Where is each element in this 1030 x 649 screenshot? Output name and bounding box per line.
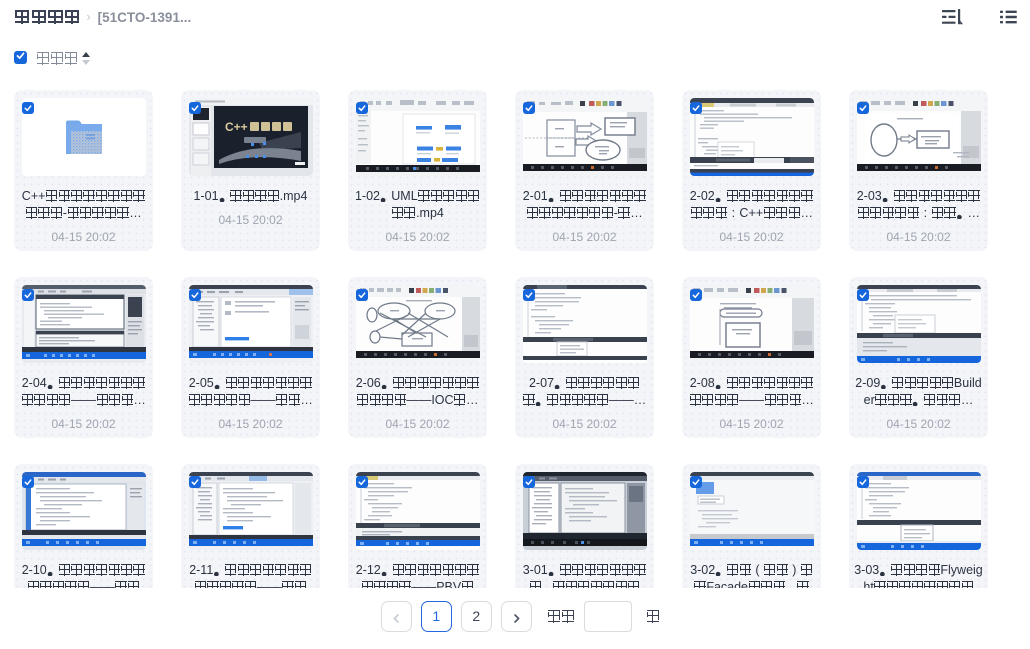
svg-text:C++: C++ (225, 120, 248, 134)
